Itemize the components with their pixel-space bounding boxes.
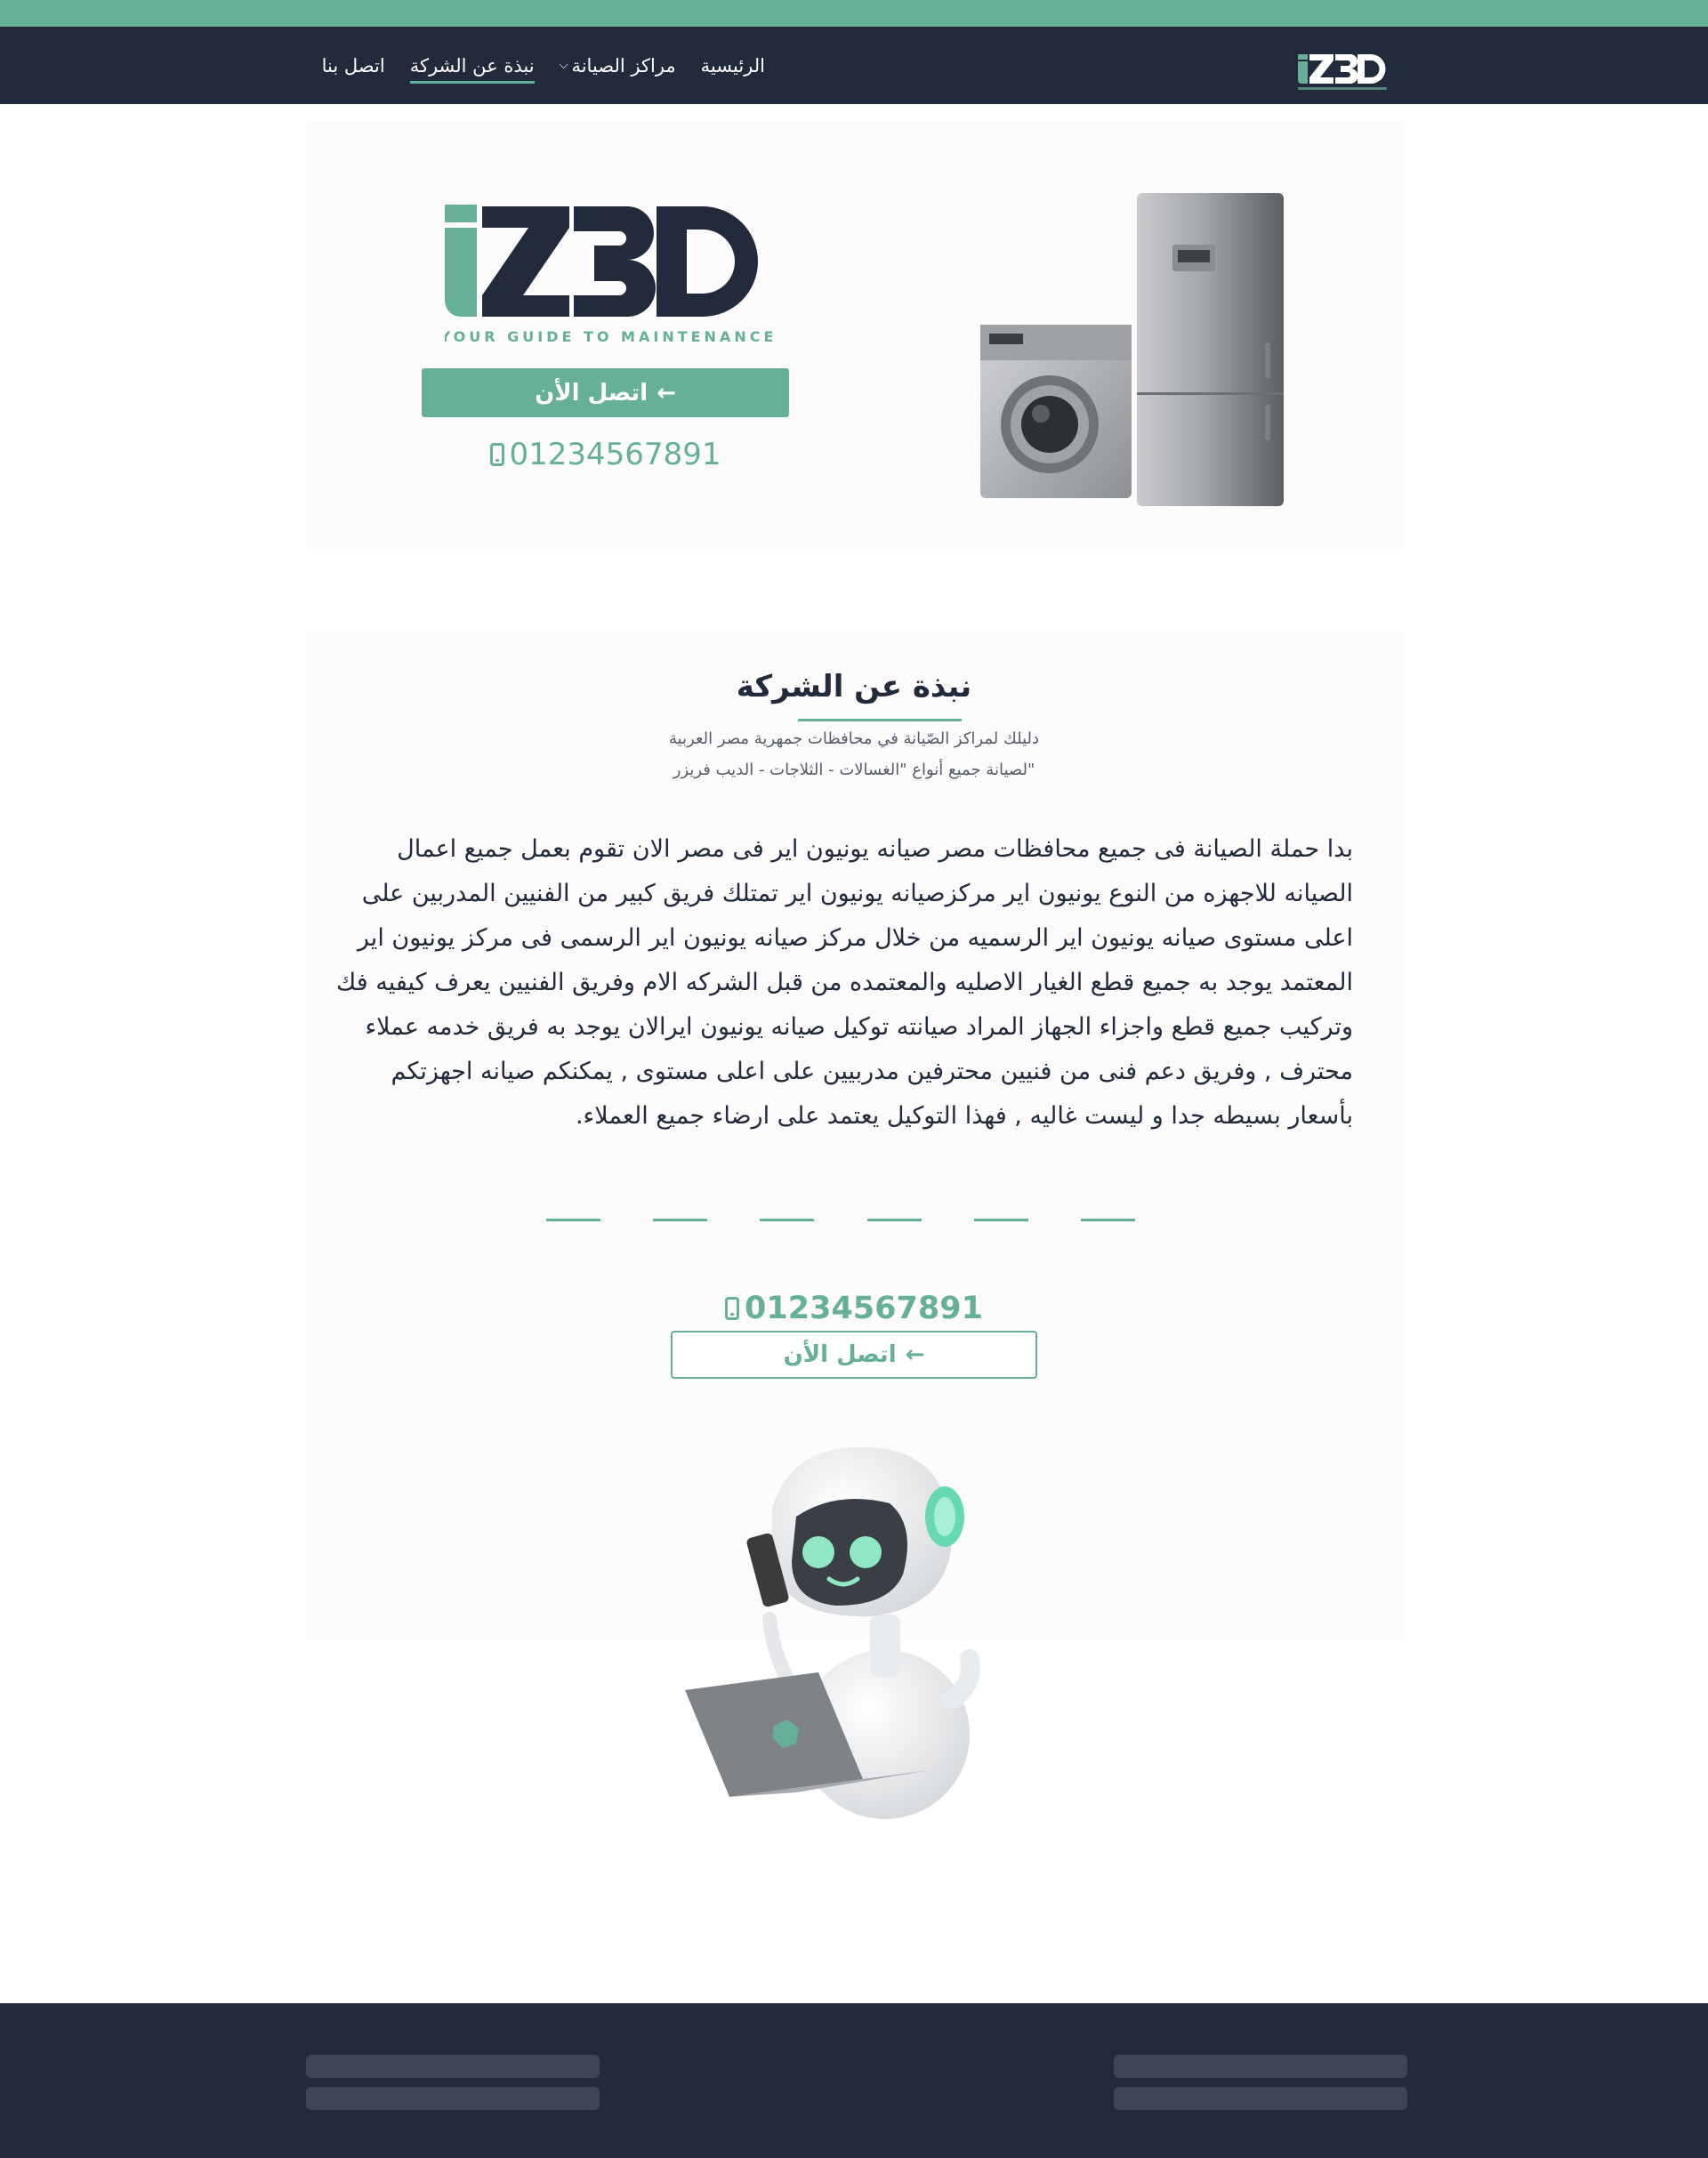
mobile-phone-icon	[725, 1297, 740, 1320]
divider-dash	[866, 1219, 922, 1221]
top-accent-bar	[0, 0, 1708, 27]
svg-text:YOUR GUIDE TO MAINTENANCE: YOUR GUIDE TO MAINTENANCE	[445, 328, 772, 345]
nav-item-contact-label: اتصل بنا	[321, 54, 385, 76]
hero-phone-number: 01234567891	[509, 437, 721, 472]
divider-dash	[546, 1219, 601, 1221]
nav-item-maintenance-centers-label: مراكز الصيانة	[571, 54, 676, 76]
arrow-left-icon: ←	[905, 1341, 925, 1368]
navbar: الرئيسية مراكز الصيانة ⌵ نبذة عن الشركة ا…	[0, 27, 1708, 104]
decorative-dashes	[546, 1219, 1135, 1221]
appliances-image	[979, 191, 1285, 511]
footer-skeleton-line	[1114, 2055, 1407, 2078]
nav-item-home-label: الرئيسية	[700, 54, 765, 76]
mobile-phone-icon	[489, 443, 504, 466]
hero-phone[interactable]: 01234567891	[422, 434, 789, 475]
header-logo[interactable]	[1294, 46, 1410, 100]
nav-item-home[interactable]: الرئيسية	[701, 55, 765, 76]
title-underline	[798, 719, 962, 721]
about-phone[interactable]: 01234567891	[671, 1286, 1037, 1331]
washer-fridge-illustration	[980, 193, 1284, 506]
divider-dash	[653, 1219, 708, 1221]
about-call-now-button[interactable]: ← اتصل الأن	[671, 1331, 1037, 1379]
ized-logo-icon	[1298, 54, 1387, 90]
divider-dash	[1081, 1219, 1135, 1221]
robot-with-laptop-illustration	[685, 1446, 980, 1819]
about-subtitle-1: دليلك لمراكز الصّيانة في محافظات جمهرية …	[668, 729, 1040, 748]
about-subtitle-2: "لصيانة جميع أنواع "الغسالات - الثلاجات …	[673, 761, 1035, 779]
divider-dash	[973, 1219, 1028, 1221]
nav-item-maintenance-centers[interactable]: مراكز الصيانة ⌵	[560, 55, 676, 76]
divider-dash	[760, 1219, 815, 1221]
support-robot-image	[685, 1428, 1023, 1837]
arrow-left-icon: ←	[657, 379, 676, 407]
about-phone-number: 01234567891	[745, 1291, 983, 1326]
hero-call-now-button[interactable]: ← اتصل الأن	[422, 368, 789, 417]
footer-skeleton-line	[306, 2087, 600, 2110]
chevron-down-icon: ⌵	[559, 59, 568, 72]
about-call-now-label: اتصل الأن	[783, 1341, 897, 1368]
main-nav: الرئيسية مراكز الصيانة ⌵ نبذة عن الشركة ا…	[322, 27, 765, 104]
nav-item-about[interactable]: نبذة عن الشركة	[409, 54, 535, 84]
hero-logo: YOUR GUIDE TO MAINTENANCE	[445, 203, 772, 350]
hero-call-now-label: اتصل الأن	[535, 379, 649, 407]
about-body-text: بدا حملة الصيانة فى جميع محافظات مصر صيا…	[335, 835, 1353, 1130]
ized-brand-logo-icon: YOUR GUIDE TO MAINTENANCE	[445, 205, 772, 345]
footer	[0, 2003, 1708, 2158]
nav-item-about-label: نبذة عن الشركة	[409, 54, 535, 76]
footer-skeleton-line	[1114, 2087, 1407, 2110]
footer-skeleton-line	[306, 2055, 600, 2078]
nav-item-contact[interactable]: اتصل بنا	[322, 55, 385, 76]
about-title: نبذة عن الشركة	[736, 669, 972, 705]
